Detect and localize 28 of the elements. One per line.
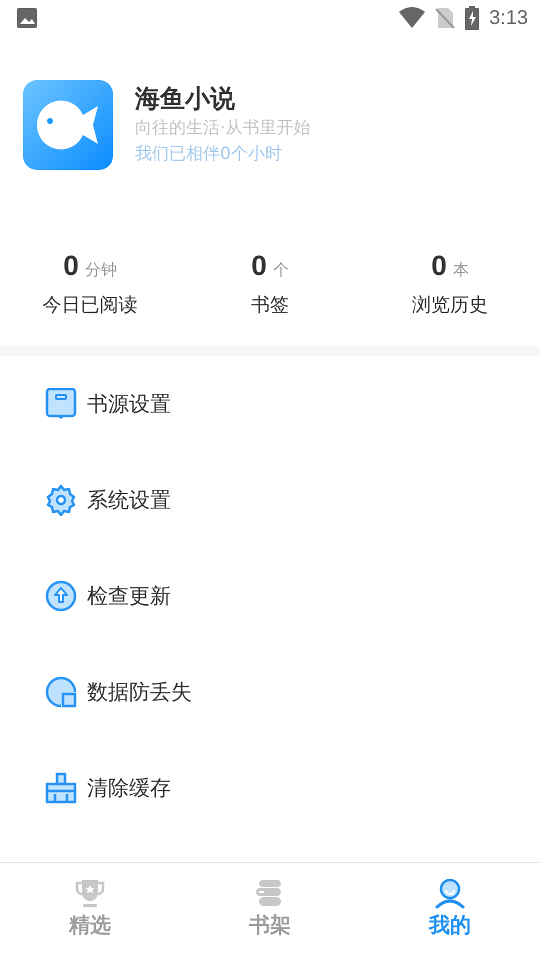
app-slogan: 向往的生活·从书里开始: [135, 117, 310, 140]
image-icon: [16, 7, 38, 29]
stat-label[interactable]: 今日已阅读: [42, 292, 138, 318]
stat-value: 0: [431, 250, 447, 282]
wifi-icon: [399, 7, 426, 29]
settings-icon: [45, 484, 77, 516]
menu-item[interactable]: 检查更新: [0, 548, 540, 644]
stat-label[interactable]: 书签: [251, 292, 289, 318]
stat-value: 0: [63, 250, 79, 282]
status-time: 3:13: [489, 6, 528, 30]
stat-unit: 本: [452, 260, 469, 281]
companion-time: 我们已相伴0个小时: [135, 143, 283, 166]
stat-label[interactable]: 浏览历史: [412, 292, 488, 318]
menu-item[interactable]: 系统设置: [0, 452, 540, 548]
menu-item[interactable]: 书源设置: [0, 356, 540, 452]
menu-item[interactable]: 清除缓存: [0, 740, 540, 836]
no-sim-icon: [435, 7, 456, 29]
upload-icon: [45, 580, 77, 612]
stat-value: 0: [251, 250, 267, 282]
app-name: 海鱼小说: [135, 83, 236, 115]
broom-icon: [45, 772, 77, 804]
app-logo-icon: [23, 80, 113, 170]
backup-icon: [45, 676, 77, 708]
book-source-icon: [45, 388, 77, 420]
stat-unit: 分钟: [84, 260, 117, 281]
battery-icon: [465, 6, 480, 30]
stat-unit: 个: [272, 260, 289, 281]
menu-item[interactable]: 数据防丢失: [0, 644, 540, 740]
